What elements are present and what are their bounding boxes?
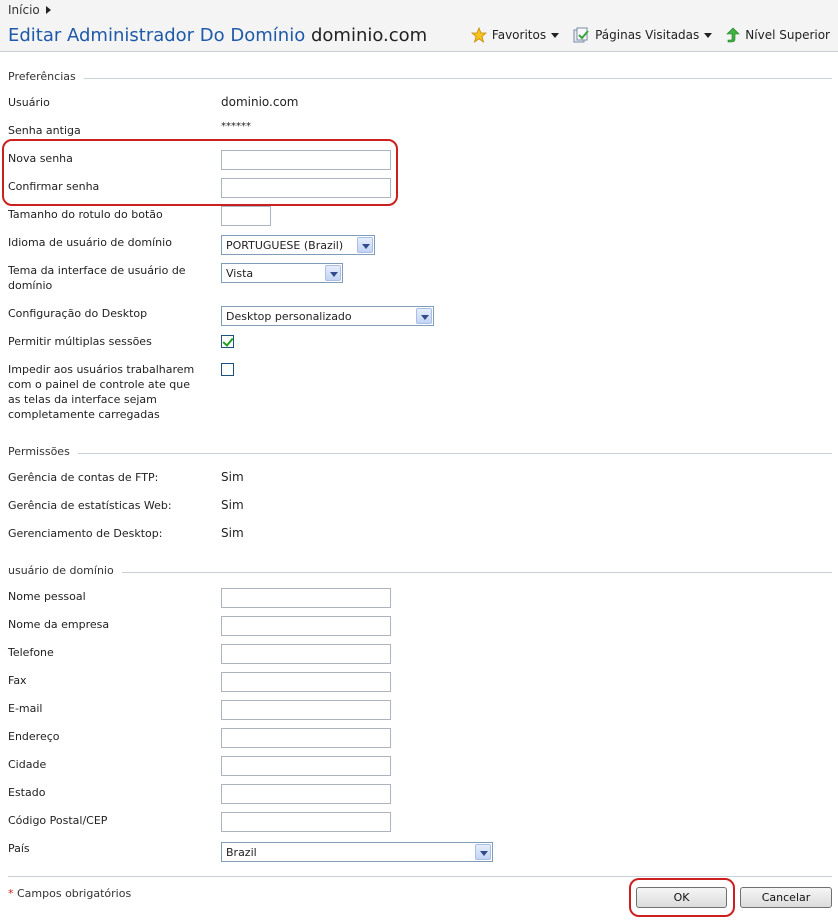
language-select-value: PORTUGUESE (Brazil) <box>226 239 344 252</box>
footer-divider <box>8 876 832 877</box>
desktop-mgmt-label: Gerenciamento de Desktop: <box>8 527 163 540</box>
ftp-value: Sim <box>221 470 244 484</box>
state-label: Estado <box>8 786 46 799</box>
toolbar: Favoritos Páginas Visitadas Nível Superi… <box>470 27 830 43</box>
password-highlight-box <box>2 139 398 206</box>
country-select[interactable]: Brazil <box>221 842 493 862</box>
desktop-config-select[interactable]: Desktop personalizado <box>221 306 434 326</box>
chevron-down-icon <box>704 32 713 38</box>
city-label: Cidade <box>8 758 47 771</box>
favorites-button[interactable]: Favoritos <box>470 27 560 43</box>
domain-user-legend: usuário de domínio <box>8 564 122 577</box>
button-label-size-label: Tamanho do rotulo do botão <box>8 208 163 221</box>
state-input[interactable] <box>221 784 391 804</box>
address-label: Endereço <box>8 730 60 743</box>
required-star: * <box>8 887 14 900</box>
button-label-size-input[interactable] <box>221 206 271 226</box>
favorites-label: Favoritos <box>491 28 547 42</box>
star-icon <box>470 27 487 43</box>
chevron-down-icon[interactable] <box>475 844 491 860</box>
breadcrumb-arrow-icon[interactable] <box>45 6 51 14</box>
city-input[interactable] <box>221 756 391 776</box>
zip-input[interactable] <box>221 812 391 832</box>
language-label: Idioma de usuário de domínio <box>8 236 172 249</box>
old-password-label: Senha antiga <box>8 124 81 137</box>
section-divider <box>8 453 832 454</box>
up-level-button[interactable]: Nível Superior <box>726 27 830 43</box>
old-password-value: ****** <box>221 121 251 132</box>
breadcrumb-home-link[interactable]: Início <box>8 3 40 17</box>
phone-input[interactable] <box>221 644 391 664</box>
theme-select[interactable]: Vista <box>221 263 343 283</box>
required-fields-note: * Campos obrigatórios <box>8 887 131 900</box>
chevron-down-icon <box>551 32 560 38</box>
email-label: E-mail <box>8 702 43 715</box>
visited-pages-button[interactable]: Páginas Visitadas <box>573 27 713 43</box>
up-level-label: Nível Superior <box>745 28 830 42</box>
required-fields-text: Campos obrigatórios <box>17 887 132 900</box>
email-input[interactable] <box>221 700 391 720</box>
desktop-mgmt-value: Sim <box>221 526 244 540</box>
phone-label: Telefone <box>8 646 54 659</box>
permissions-legend: Permissões <box>8 445 78 458</box>
fax-label: Fax <box>8 674 27 687</box>
country-label: País <box>8 842 30 855</box>
country-select-value: Brazil <box>226 846 257 859</box>
visited-pages-icon <box>573 27 589 43</box>
section-divider <box>8 572 832 573</box>
breadcrumb: Início <box>8 3 51 17</box>
chevron-down-icon[interactable] <box>416 308 432 324</box>
section-divider <box>8 78 832 79</box>
page-header: Início Editar Administrador Do Domínio d… <box>0 0 838 52</box>
block-users-checkbox[interactable] <box>221 363 234 376</box>
preferences-section-header: Preferências <box>8 70 832 86</box>
fax-input[interactable] <box>221 672 391 692</box>
page-title-text: Editar Administrador Do Domínio <box>8 25 306 46</box>
zip-label: Código Postal/CEP <box>8 814 108 827</box>
permissions-section-header: Permissões <box>8 445 832 461</box>
username-label: Usuário <box>8 96 50 109</box>
block-users-label: Impedir aos usuários trabalharem com o p… <box>8 363 195 421</box>
visited-pages-label: Páginas Visitadas <box>595 28 700 42</box>
personal-name-label: Nome pessoal <box>8 590 86 603</box>
page-title-domain: dominio.com <box>310 25 428 46</box>
desktop-config-label: Configuração do Desktop <box>8 307 148 320</box>
theme-label: Tema da interface de usuário de domínio <box>8 264 186 292</box>
ftp-label: Gerência de contas de FTP: <box>8 471 159 484</box>
ok-highlight-box <box>629 878 735 917</box>
chevron-down-icon[interactable] <box>325 265 341 281</box>
username-value: dominio.com <box>221 95 299 109</box>
chevron-down-icon[interactable] <box>357 237 373 253</box>
company-label: Nome da empresa <box>8 618 110 631</box>
address-input[interactable] <box>221 728 391 748</box>
arrow-up-icon <box>726 27 741 43</box>
multi-session-label: Permitir múltiplas sessões <box>8 335 152 348</box>
language-select[interactable]: PORTUGUESE (Brazil) <box>221 235 375 255</box>
theme-select-value: Vista <box>226 267 254 280</box>
domain-user-section-header: usuário de domínio <box>8 564 832 580</box>
preferences-legend: Preferências <box>8 70 84 83</box>
personal-name-input[interactable] <box>221 588 391 608</box>
company-input[interactable] <box>221 616 391 636</box>
page-title: Editar Administrador Do Domínio dominio.… <box>8 25 427 46</box>
web-stats-label: Gerência de estatísticas Web: <box>8 499 172 512</box>
web-stats-value: Sim <box>221 498 244 512</box>
desktop-config-select-value: Desktop personalizado <box>226 310 352 323</box>
multi-session-checkbox[interactable] <box>221 335 234 348</box>
cancel-button[interactable]: Cancelar <box>740 887 832 908</box>
